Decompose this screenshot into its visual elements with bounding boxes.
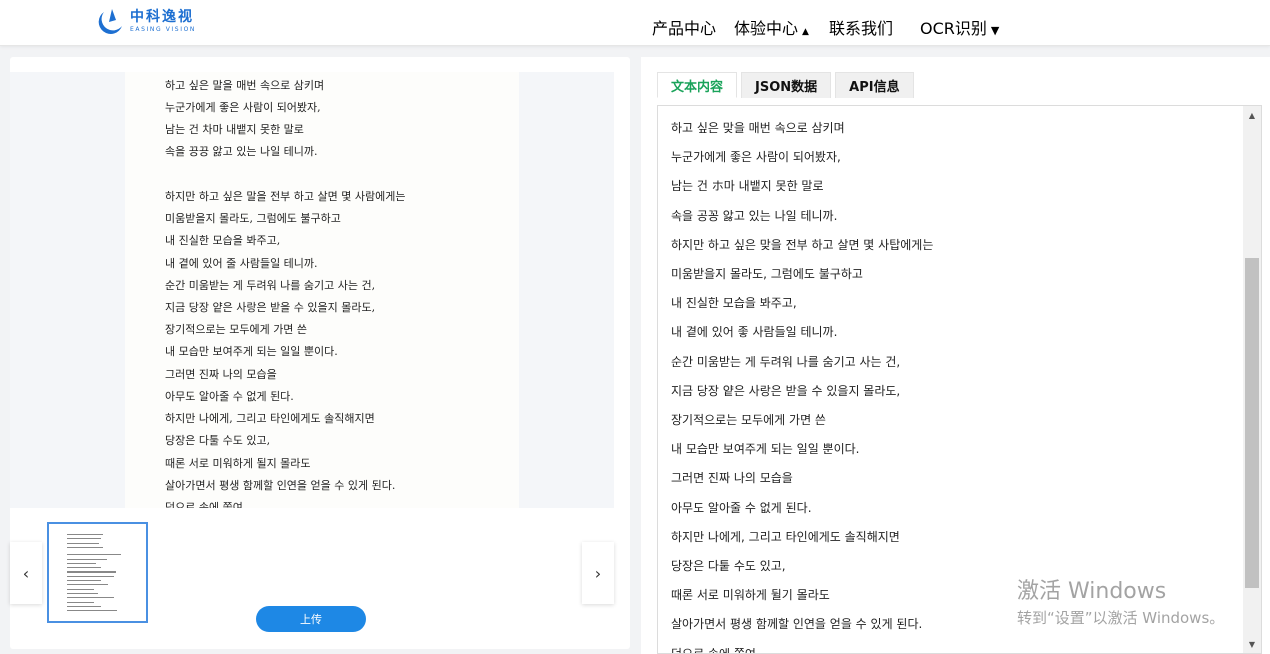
- thumbnail-line: [67, 588, 94, 590]
- recognized-text-line: 내 곁에 있어 좋 사람들일 테니까.: [671, 325, 838, 340]
- tab-json-data[interactable]: JSON数据: [741, 72, 832, 98]
- image-preview-area: 하고 싶은 말을 매번 속으로 삼키며누군가에게 좋은 사람이 되어봤자, 남는 …: [10, 72, 614, 508]
- nav-products-label: 产品中心: [652, 19, 717, 38]
- document-text-line: 살아가면서 평생 함께할 인연을 얻을 수 있게 된다.: [165, 479, 396, 492]
- recognized-text-line: 하지만 하고 싶은 맞을 전부 하고 살면 몇 사탑에게는: [671, 237, 934, 252]
- recognized-text-line: 아무도 알아줄 수 없게 된다.: [671, 500, 812, 515]
- thumbnail-line: [67, 571, 116, 573]
- document-text-line: 지금 당장 얕은 사랑은 받을 수 있을지 몰라도,: [165, 301, 376, 314]
- document-text-line: 순간 미움받는 게 두려워 나를 숨기고 사는 건,: [165, 279, 376, 292]
- prev-image-button[interactable]: ‹: [10, 542, 42, 604]
- thumbnail-line: [67, 567, 102, 569]
- document-text-line: 남는 건 차마 내뱉지 못한 말로: [165, 123, 304, 136]
- scroll-down-icon[interactable]: ▼: [1243, 635, 1261, 653]
- thumbnail-line: [67, 605, 102, 607]
- logo[interactable]: 中科逸视 EASING VISION: [98, 6, 196, 36]
- nav-experience-label: 体验中心: [734, 19, 799, 38]
- document-text-line: 장기적으로는 모두에게 가면 쓴: [165, 323, 308, 336]
- document-text-line: 하지만 나에게, 그리고 타인에게도 솔직해지면: [165, 412, 375, 425]
- recognized-text-line: 당장은 다퉅 수도 있고,: [671, 559, 786, 573]
- scroll-up-icon[interactable]: ▲: [1243, 106, 1261, 124]
- recognized-text-line: 장기적으로는 모두에게 가면 쓴: [671, 413, 826, 427]
- logo-mark-icon: [98, 6, 126, 36]
- thumbnail-line: [67, 580, 102, 582]
- recognized-text-line: 순간 미움받는 게 두려워 나를 숨기고 사는 건,: [671, 354, 901, 369]
- recognized-text-line: 지금 당장 얕은 사랑은 받을 수 있을지 몰라도,: [671, 383, 901, 398]
- document-text-line: 하고 싶은 말을 매번 속으로 삼키며: [165, 79, 325, 92]
- caret-down-icon: ▼: [990, 24, 1000, 37]
- upload-button[interactable]: 上传: [256, 606, 366, 632]
- document-text-line: 속을 끙끙 앓고 있는 나일 테니까.: [165, 145, 318, 158]
- tab-api-info[interactable]: API信息: [835, 72, 914, 98]
- thumbnail-line: [67, 558, 107, 560]
- thumbnail-line: [67, 534, 103, 536]
- scrollbar-thumb[interactable]: [1245, 258, 1259, 588]
- recognized-text-line: 속을 공꽁 앓고 있는 나일 테니까.: [671, 208, 838, 223]
- document-text-line: 아무도 알아줄 수 없게 된다.: [165, 390, 294, 403]
- thumbnail-line: [67, 592, 98, 595]
- thumbnail-line: [67, 601, 94, 603]
- recognized-text-line: 때론 서로 미워하게 뒬기 몰라도: [671, 588, 830, 603]
- recognized-text-line: 하고 싶은 맞을 매번 속으로 삼키며: [671, 121, 845, 135]
- tab-text-content[interactable]: 文本内容: [657, 72, 738, 98]
- document-text-line: 내 모습만 보여주게 되는 일일 뿐이다.: [165, 345, 338, 358]
- logo-text-cn: 中科逸视: [130, 8, 194, 25]
- thumbnail-line: [67, 546, 103, 549]
- result-panel: 文本内容 JSON数据 API信息 덕으로 속에 쫓여 살아가면서 평생 함께할 …: [641, 57, 1270, 654]
- recognized-text-line: 하지만 나에게, 그리고 타인에게도 솔직해지면: [671, 529, 900, 544]
- document-image: 하고 싶은 말을 매번 속으로 삼키며누군가에게 좋은 사람이 되어봤자, 남는 …: [125, 72, 519, 508]
- logo-text-en: EASING VISION: [130, 25, 196, 33]
- next-image-button[interactable]: ›: [582, 542, 614, 604]
- recognized-text-line: 그러면 진짜 나의 모습을: [671, 471, 793, 486]
- image-thumbnail[interactable]: [47, 522, 148, 623]
- nav-products[interactable]: 产品中心: [652, 15, 716, 39]
- image-preview-panel: 하고 싶은 말을 매번 속으로 삼키며누군가에게 좋은 사람이 되어봤자, 남는 …: [10, 57, 630, 649]
- thumbnail-line: [67, 554, 121, 556]
- document-text-line: 당장은 다툴 수도 있고,: [165, 434, 271, 447]
- thumbnail-line: [67, 584, 109, 586]
- document-text-line: 내 곁에 있어 줄 사람들일 테니까.: [165, 257, 318, 270]
- recognized-text-line: 살아가면서 평생 함께할 인연을 얻을 수 있게 된다.: [671, 617, 923, 632]
- scrollbar[interactable]: ▲ ▼: [1243, 106, 1261, 653]
- chevron-right-icon: ›: [594, 563, 602, 583]
- recognized-text-line: 누군가에게 좋은 사람이 되어봤자,: [671, 150, 841, 165]
- recognized-text-line: 미움받을지 몰라도, 그럼에도 불구하고: [671, 267, 863, 281]
- thumbnail-line: [67, 542, 100, 544]
- recognized-text-line: 내 모습만 보여주게 되는 일일 뿐이다.: [671, 442, 860, 457]
- chevron-left-icon: ‹: [22, 563, 30, 583]
- thumbnail-line: [67, 562, 96, 564]
- document-text-line: 때론 서로 미워하게 될지 몰라도: [165, 457, 311, 470]
- thumbnail-line: [67, 597, 114, 599]
- nav-contact-label: 联系我们: [829, 19, 894, 38]
- document-text-line: 그러면 진짜 나의 모습을: [165, 368, 277, 381]
- document-text-line: 누군가에게 좋은 사람이 되어봤자,: [165, 101, 321, 114]
- thumbnail-line: [67, 538, 102, 540]
- recognized-text-line: 덕으로 속에 쫓여: [671, 646, 756, 654]
- document-text-line: 덕으로 속에 쫓여: [165, 501, 243, 508]
- top-header: 中科逸视 EASING VISION 产品中心 体验中心 ▲ 联系我们 OCR识别…: [0, 0, 1270, 46]
- document-text-line: 하지만 하고 싶은 말을 전부 하고 살면 몇 사람에게는: [165, 190, 406, 203]
- document-text-line: 내 진실한 모습을 봐주고,: [165, 234, 281, 247]
- recognized-text-line: 내 진실한 모습을 봐주고,: [671, 296, 797, 311]
- thumbnail-line: [67, 575, 114, 577]
- nav-contact[interactable]: 联系我们: [829, 15, 893, 39]
- result-tabs: 文本内容 JSON数据 API信息: [657, 72, 918, 98]
- recognized-text-line: 남는 건 ホ마 내뱉지 못한 말로: [671, 179, 824, 194]
- nav-experience[interactable]: 体验中心 ▲: [734, 15, 809, 39]
- caret-up-icon: ▲: [802, 27, 809, 37]
- nav-ocr-label: OCR识别: [920, 19, 987, 38]
- document-text-line: 미움받을지 몰라도, 그럼에도 불구하고: [165, 212, 341, 225]
- thumbnail-line: [67, 610, 118, 612]
- recognized-text-box[interactable]: 덕으로 속에 쫓여 살아가면서 평생 함께할 인연을 얻을 수 있게 된다. 때론 …: [657, 105, 1262, 654]
- nav-ocr[interactable]: OCR识别 ▼: [920, 15, 999, 39]
